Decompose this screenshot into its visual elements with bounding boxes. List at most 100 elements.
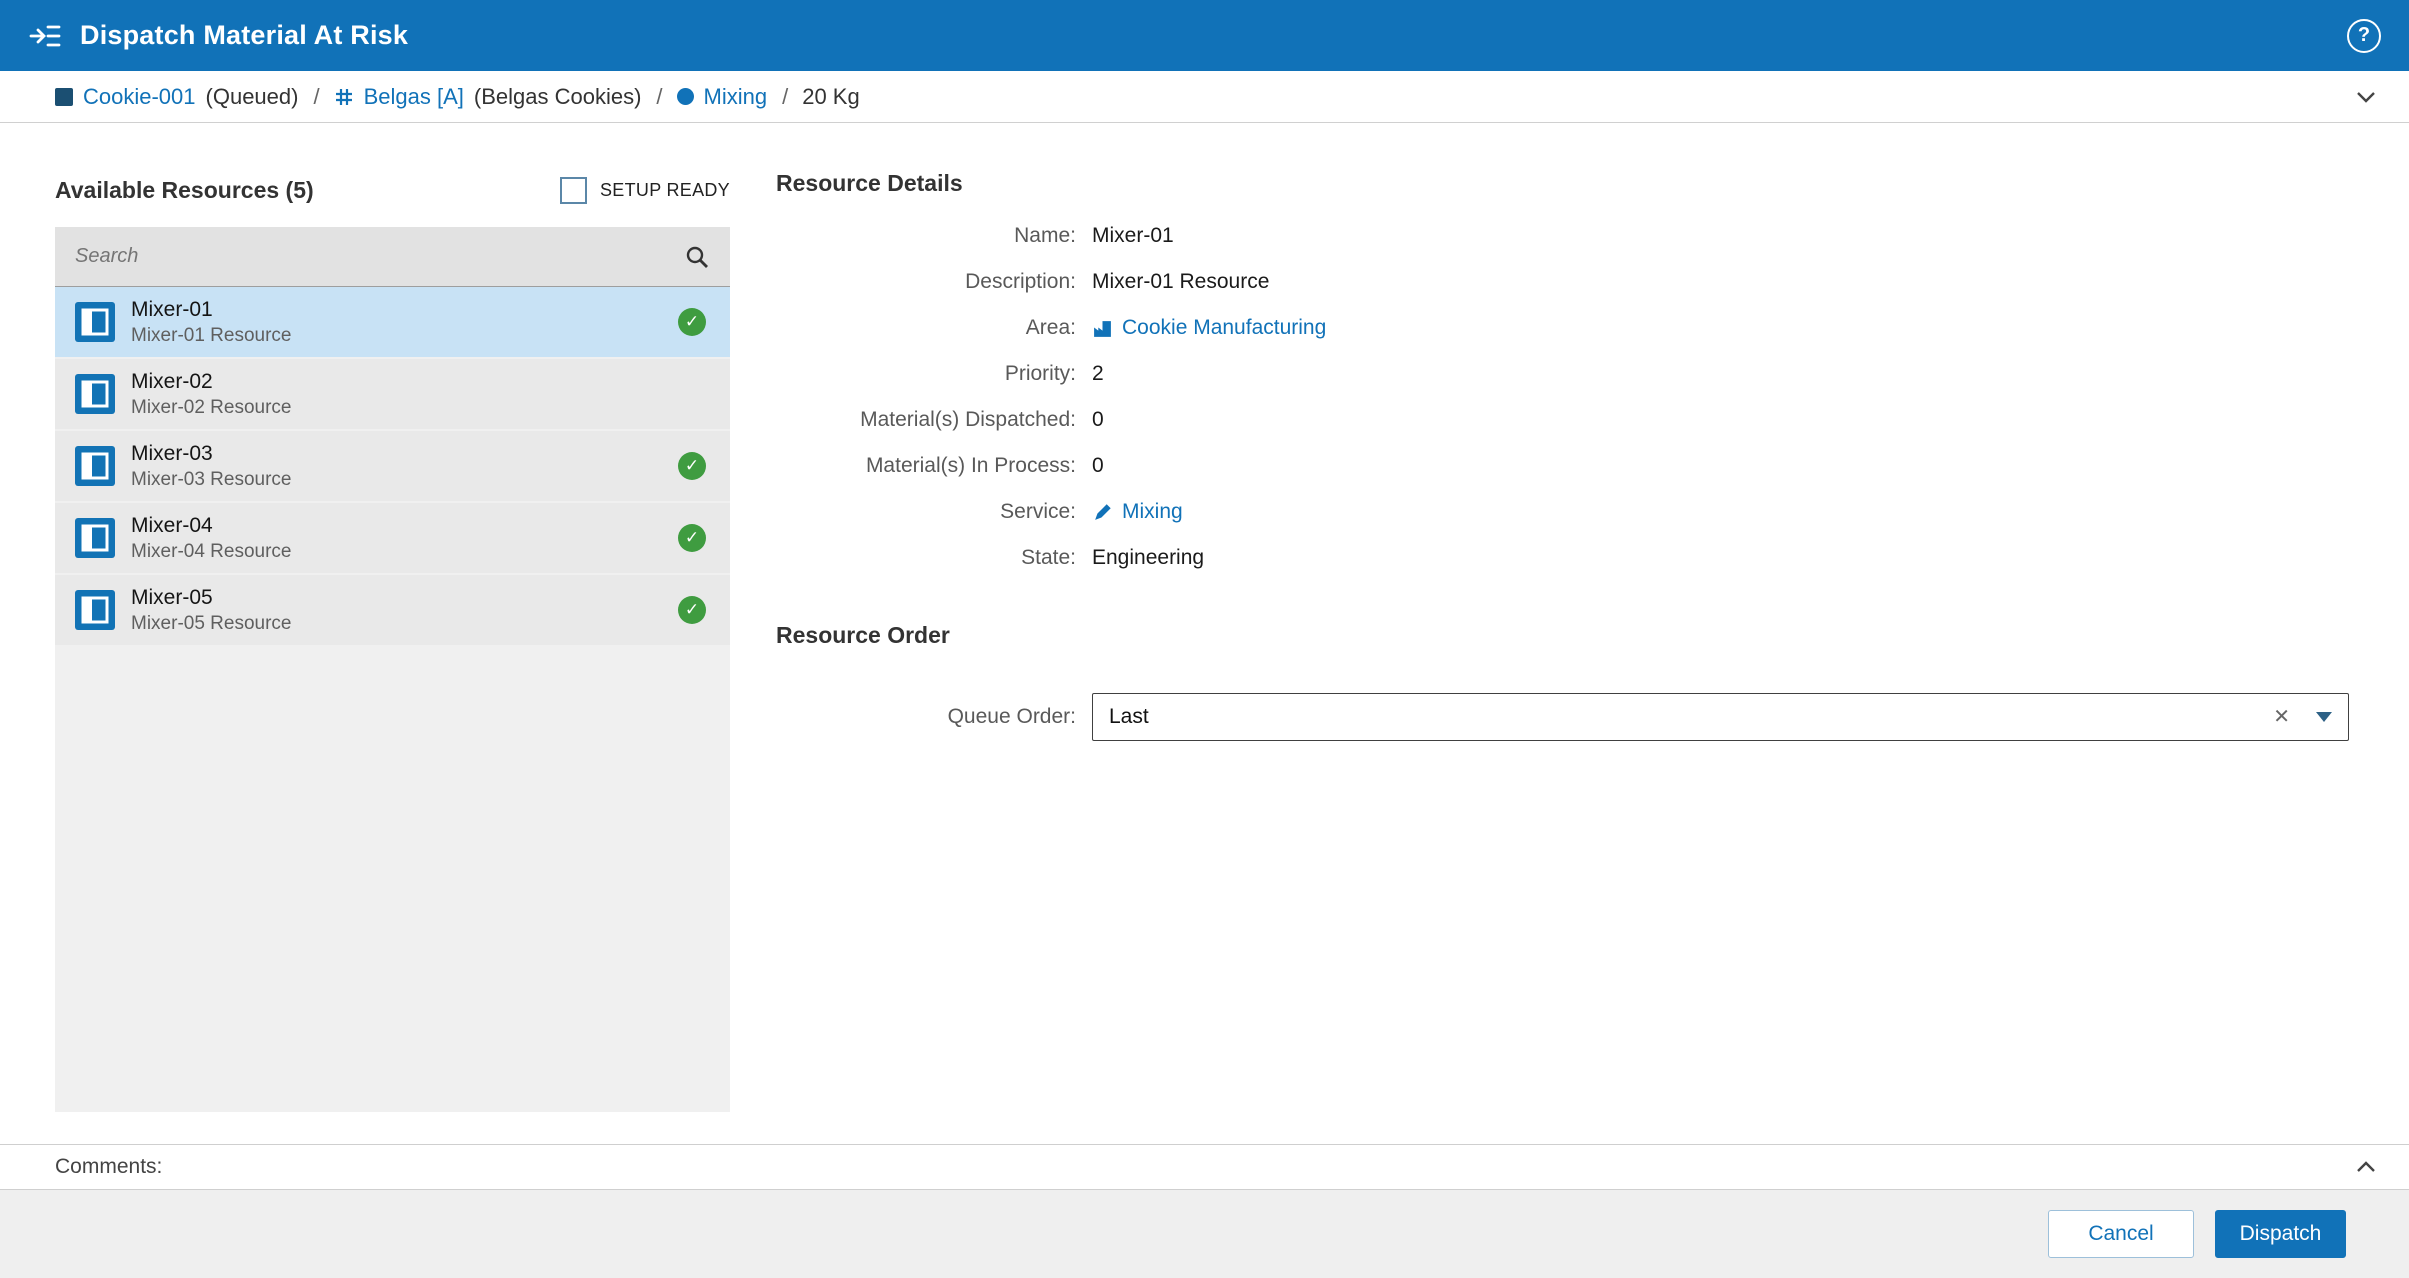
breadcrumb: Cookie-001 (Queued) / Belgas [A] (Belgas…: [0, 71, 2409, 123]
breadcrumb-separator: /: [656, 83, 663, 109]
field-priority: Priority: 2: [776, 359, 2349, 389]
field-value: Mixer-01: [1092, 224, 1174, 247]
ready-check-icon: ✓: [678, 308, 706, 336]
resource-text: Mixer-03 Mixer-03 Resource: [131, 442, 678, 491]
resource-text: Mixer-05 Mixer-05 Resource: [131, 586, 678, 635]
queue-order-value: Last: [1109, 705, 1149, 728]
ready-check-icon: ✓: [678, 452, 706, 480]
available-resources-heading: Available Resources (5): [55, 176, 314, 203]
breadcrumb-link-material[interactable]: Cookie-001: [83, 84, 196, 110]
field-label: Name:: [1014, 224, 1076, 247]
titlebar: Dispatch Material At Risk ?: [0, 0, 2409, 71]
field-label: Priority:: [1004, 362, 1076, 385]
field-value: Mixing: [1092, 497, 1183, 527]
cancel-button[interactable]: Cancel: [2048, 1210, 2194, 1258]
breadcrumb-detail-material: (Queued): [205, 83, 299, 109]
breadcrumb-segment-step: Mixing /: [676, 83, 789, 110]
resource-name: Mixer-01: [131, 297, 213, 321]
breadcrumb-segment-quantity: 20 Kg: [802, 84, 860, 110]
breadcrumb-link-process[interactable]: Belgas [A]: [364, 84, 464, 110]
area-icon: [1092, 318, 1113, 339]
breadcrumb-segment-process: Belgas [A] (Belgas Cookies) /: [334, 84, 663, 110]
field-state: State: Engineering: [776, 543, 2349, 573]
comments-label: Comments:: [55, 1155, 163, 1178]
dispatch-button[interactable]: Dispatch: [2215, 1210, 2346, 1258]
field-label: Description:: [965, 270, 1076, 293]
process-icon: [334, 87, 354, 107]
service-link[interactable]: Mixing: [1122, 497, 1183, 527]
resource-text: Mixer-02 Mixer-02 Resource: [131, 370, 678, 419]
resource-icon: [75, 518, 115, 558]
ready-check-icon: ✓: [678, 596, 706, 624]
field-label: State:: [1021, 546, 1076, 569]
breadcrumb-segment-material: Cookie-001 (Queued) /: [55, 84, 320, 110]
ready-check-icon: ✓: [678, 524, 706, 552]
area-link[interactable]: Cookie Manufacturing: [1122, 313, 1326, 343]
resource-description: Mixer-04 Resource: [131, 540, 292, 562]
clear-icon[interactable]: ✕: [2273, 702, 2290, 732]
service-icon: [1092, 502, 1113, 523]
resource-icon: [75, 302, 115, 342]
field-label: Material(s) Dispatched:: [860, 408, 1076, 431]
breadcrumb-detail-process: (Belgas Cookies): [473, 83, 642, 109]
field-label: Service:: [1000, 500, 1076, 523]
field-value: Cookie Manufacturing: [1092, 313, 1326, 343]
setup-ready-checkbox[interactable]: [559, 176, 587, 204]
list-item[interactable]: Mixer-04 Mixer-04 Resource ✓: [55, 503, 730, 573]
field-label: Area:: [1025, 316, 1076, 339]
resource-text: Mixer-04 Mixer-04 Resource: [131, 514, 678, 563]
field-area: Area: Cookie Manufacturing: [776, 313, 2349, 343]
resource-icon: [75, 374, 115, 414]
chevron-down-icon[interactable]: [2355, 89, 2377, 105]
field-value: Engineering: [1092, 546, 1205, 569]
list-item[interactable]: Mixer-02 Mixer-02 Resource ✓: [55, 359, 730, 429]
search-icon[interactable]: [684, 244, 710, 270]
list-item[interactable]: Mixer-03 Mixer-03 Resource ✓: [55, 431, 730, 501]
resource-name: Mixer-02: [131, 369, 213, 393]
chevron-up-icon[interactable]: [2355, 1159, 2377, 1175]
resource-name: Mixer-05: [131, 585, 213, 609]
material-icon: [55, 87, 73, 106]
quantity-label: 20 Kg: [802, 83, 860, 109]
resource-details-heading: Resource Details: [776, 170, 963, 196]
field-description: Description: Mixer-01 Resource: [776, 267, 2349, 297]
resource-details-fields: Name: Mixer-01 Description: Mixer-01 Res…: [776, 221, 2349, 589]
field-service: Service: Mixing: [776, 497, 2349, 527]
setup-ready-control[interactable]: SETUP READY: [559, 176, 730, 204]
field-value: Mixer-01 Resource: [1092, 270, 1270, 293]
field-materials-dispatched: Material(s) Dispatched: 0: [776, 405, 2349, 435]
main-content: Available Resources (5) SETUP READY Sear…: [0, 123, 2409, 1144]
resource-description: Mixer-05 Resource: [131, 612, 292, 634]
step-icon: [676, 88, 694, 105]
dispatch-material-icon: [28, 19, 62, 53]
field-label: Material(s) In Process:: [865, 454, 1076, 477]
breadcrumb-link-step[interactable]: Mixing: [704, 84, 768, 110]
available-resources-panel: Available Resources (5) SETUP READY Sear…: [55, 170, 730, 1144]
available-resources-header: Available Resources (5) SETUP READY: [55, 170, 730, 210]
breadcrumb-separator: /: [782, 83, 789, 109]
queue-order-row: Queue Order: Last ✕: [776, 693, 2349, 741]
resource-details-panel: Resource Details Name: Mixer-01 Descript…: [776, 170, 2349, 1144]
setup-ready-label: SETUP READY: [599, 179, 730, 200]
list-item[interactable]: Mixer-05 Mixer-05 Resource ✓: [55, 575, 730, 645]
field-value: 0: [1092, 408, 1104, 431]
resource-text: Mixer-01 Mixer-01 Resource: [131, 298, 678, 347]
queue-order-select[interactable]: Last ✕: [1092, 693, 2349, 741]
field-materials-in-process: Material(s) In Process: 0: [776, 451, 2349, 481]
help-icon[interactable]: ?: [2347, 18, 2381, 53]
comments-bar[interactable]: Comments:: [0, 1144, 2409, 1190]
resource-icon: [75, 446, 115, 486]
list-item[interactable]: Mixer-01 Mixer-01 Resource ✓: [55, 287, 730, 357]
breadcrumb-separator: /: [313, 83, 320, 109]
resource-description: Mixer-03 Resource: [131, 468, 292, 490]
resource-description: Mixer-02 Resource: [131, 396, 292, 418]
caret-down-icon[interactable]: [2316, 712, 2332, 722]
queue-order-label: Queue Order:: [947, 705, 1076, 728]
resource-list: Mixer-01 Mixer-01 Resource ✓ Mixer-02 Mi…: [55, 227, 730, 1112]
resource-name: Mixer-03: [131, 441, 213, 465]
resource-name: Mixer-04: [131, 513, 213, 537]
page-title: Dispatch Material At Risk: [80, 20, 409, 50]
resource-rows: Mixer-01 Mixer-01 Resource ✓ Mixer-02 Mi…: [55, 287, 730, 1112]
resource-description: Mixer-01 Resource: [131, 324, 292, 346]
search-input[interactable]: [75, 245, 684, 268]
